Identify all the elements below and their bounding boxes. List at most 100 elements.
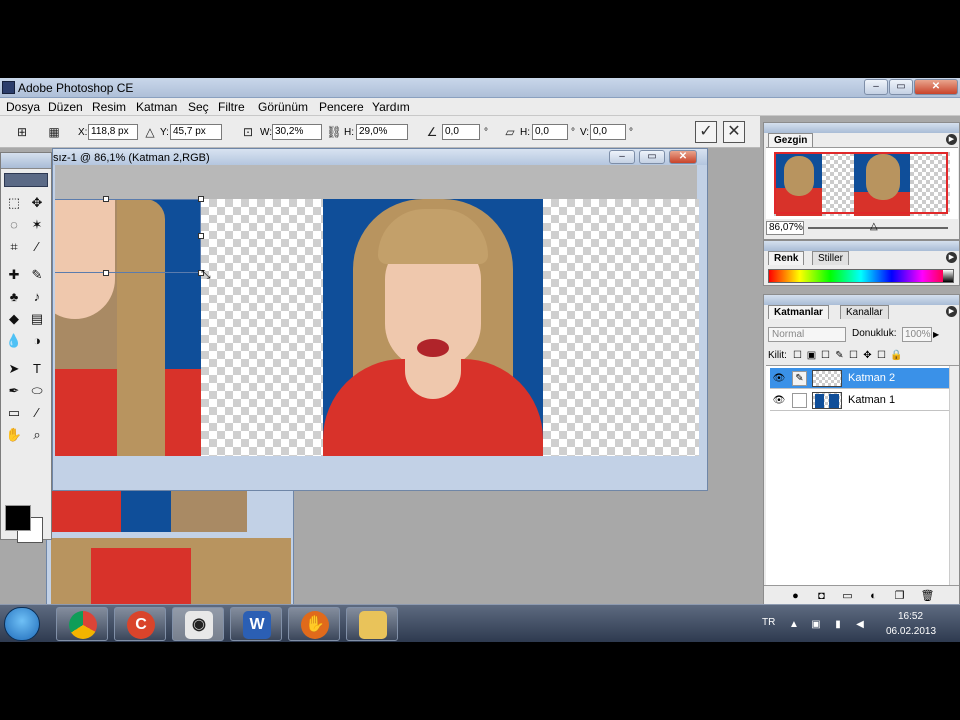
v-skew-input[interactable]: 0,0 — [590, 124, 626, 140]
menu-duzen[interactable]: Düzen — [48, 100, 83, 114]
x-position-input[interactable]: 118,8 px — [88, 124, 138, 140]
width-input[interactable]: 30,2% — [272, 124, 322, 140]
minimize-button[interactable]: – — [864, 79, 888, 95]
type-tool-icon[interactable]: T — [27, 359, 47, 379]
layers-scrollbar[interactable] — [949, 366, 959, 586]
eyedropper-icon[interactable]: ⁄ — [27, 403, 47, 423]
tab-stiller[interactable]: Stiller — [812, 251, 850, 265]
menu-pencere[interactable]: Pencere — [319, 100, 364, 114]
clock-date[interactable]: 06.02.2013 — [886, 626, 936, 637]
y-position-input[interactable]: 45,7 px — [170, 124, 222, 140]
transform-handle-top-center[interactable] — [103, 196, 109, 202]
lock-checkbox-4-icon[interactable]: ☐ — [876, 350, 887, 361]
pen-tool-icon[interactable]: ✒ — [4, 381, 24, 401]
blend-mode-select[interactable]: Normal — [768, 327, 846, 342]
move-tool-icon[interactable]: ✥ — [27, 193, 47, 213]
layer-row-katman-1[interactable]: 👁 Katman 1 — [770, 390, 950, 411]
notes-tool-icon[interactable]: ▭ — [4, 403, 24, 423]
lock-all-icon[interactable]: 🔒 — [890, 350, 902, 361]
reference-point-icon[interactable]: ▦ — [46, 124, 62, 140]
tab-renk[interactable]: Renk — [768, 251, 805, 265]
taskbar-chrome[interactable] — [56, 607, 108, 641]
visibility-eye-icon[interactable]: 👁 — [772, 394, 786, 407]
hand-tool-icon[interactable]: ✋ — [4, 425, 24, 445]
start-button[interactable] — [4, 607, 40, 641]
menu-sec[interactable]: Seç — [188, 100, 209, 114]
layer-row-katman-2[interactable]: 👁 ✎ Katman 2 — [770, 368, 950, 389]
crop-tool-icon[interactable]: ⌗ — [4, 237, 24, 257]
zoom-slider-thumb-icon[interactable]: △ — [870, 221, 878, 232]
close-button[interactable]: ✕ — [914, 79, 958, 95]
taskbar-eye-app[interactable]: ◉ — [172, 607, 224, 641]
layer-group-icon[interactable]: ▭ — [840, 589, 855, 604]
taskbar-word[interactable]: W — [230, 607, 282, 641]
gradient-tool-icon[interactable]: ▤ — [27, 309, 47, 329]
menu-filtre[interactable]: Filtre — [218, 100, 245, 114]
taskbar-hand-app[interactable]: ✋ — [288, 607, 340, 641]
document-title-bar[interactable]: sız-1 @ 86,1% (Katman 2,RGB) – ▭ ✕ — [53, 149, 707, 165]
lasso-tool-icon[interactable]: ◌ — [4, 215, 24, 235]
path-selection-icon[interactable]: ➤ — [4, 359, 24, 379]
eraser-tool-icon[interactable]: ◆ — [4, 309, 24, 329]
history-brush-icon[interactable]: ♪ — [27, 287, 47, 307]
canvas[interactable]: ⤡ — [55, 196, 699, 456]
doc-minimize-button[interactable]: – — [609, 150, 635, 164]
menu-yardim[interactable]: Yardım — [372, 100, 410, 114]
navigator-menu-icon[interactable]: ▶ — [946, 134, 957, 145]
clone-stamp-icon[interactable]: ♣ — [4, 287, 24, 307]
tab-kanallar[interactable]: Kanallar — [840, 305, 889, 319]
cancel-transform-button[interactable]: ✕ — [723, 121, 745, 143]
lock-image-icon[interactable]: ▣ — [806, 350, 817, 361]
adjustment-layer-icon[interactable]: ◐ — [866, 589, 881, 604]
opacity-arrow-icon[interactable]: ▶ — [933, 327, 943, 342]
navigator-zoom-slider[interactable] — [808, 227, 948, 229]
dodge-tool-icon[interactable]: ◑ — [27, 331, 47, 351]
lock-checkbox-3-icon[interactable]: ☐ — [848, 350, 859, 361]
navigator-zoom-input[interactable]: 86,07% — [766, 221, 804, 235]
battery-icon[interactable]: ▮ — [832, 619, 844, 631]
visibility-eye-icon[interactable]: 👁 — [772, 372, 786, 385]
volume-icon[interactable]: ◀ — [854, 619, 866, 631]
transform-handle-bottom-center[interactable] — [103, 270, 109, 276]
navigator-panel-header[interactable] — [764, 123, 959, 133]
tray-expand-icon[interactable]: ▲ — [788, 619, 800, 631]
brush-tool-icon[interactable]: ✎ — [27, 265, 47, 285]
menu-katman[interactable]: Katman — [136, 100, 177, 114]
blur-tool-icon[interactable]: 💧 — [4, 331, 24, 351]
menu-resim[interactable]: Resim — [92, 100, 126, 114]
layer-brush-icon[interactable]: ✎ — [792, 371, 807, 386]
layer-link-box[interactable] — [792, 393, 807, 408]
layer-style-icon[interactable]: ● — [788, 589, 803, 604]
slice-tool-icon[interactable]: ⁄ — [27, 237, 47, 257]
h-skew-input[interactable]: 0,0 — [532, 124, 568, 140]
doc-close-button[interactable]: ✕ — [669, 150, 697, 164]
magic-wand-icon[interactable]: ✶ — [27, 215, 47, 235]
transform-bounding-box[interactable] — [55, 199, 201, 273]
lock-position-icon[interactable]: ✥ — [862, 350, 873, 361]
foreground-color-swatch[interactable] — [5, 505, 31, 531]
transform-handle-middle-right[interactable] — [198, 233, 204, 239]
clock-time[interactable]: 16:52 — [898, 611, 923, 622]
new-layer-icon[interactable]: ❐ — [892, 589, 907, 604]
lock-brush-icon[interactable]: ✎ — [834, 350, 845, 361]
color-panel-header[interactable] — [764, 241, 959, 251]
navigator-preview[interactable] — [766, 147, 958, 219]
toolbox-header[interactable] — [1, 153, 51, 169]
marquee-tool-icon[interactable]: ⬚ — [4, 193, 24, 213]
rotation-input[interactable]: 0,0 — [442, 124, 480, 140]
layers-menu-icon[interactable]: ▶ — [946, 306, 957, 317]
shape-tool-icon[interactable]: ⬭ — [27, 381, 47, 401]
navigator-view-box[interactable] — [774, 152, 948, 214]
menu-dosya[interactable]: Dosya — [6, 100, 40, 114]
delete-layer-icon[interactable]: 🗑 — [920, 589, 935, 604]
taskbar-ccleaner[interactable]: C — [114, 607, 166, 641]
lock-transparency-icon[interactable]: ☐ — [792, 350, 803, 361]
menu-gorunum[interactable]: Görünüm — [258, 100, 308, 114]
maximize-button[interactable]: ▭ — [889, 79, 913, 95]
doc-maximize-button[interactable]: ▭ — [639, 150, 665, 164]
language-indicator[interactable]: TR — [762, 617, 775, 628]
layer-mask-icon[interactable]: ◘ — [814, 589, 829, 604]
healing-brush-icon[interactable]: ✚ — [4, 265, 24, 285]
layers-panel-header[interactable] — [764, 295, 959, 305]
color-ramp[interactable] — [768, 269, 954, 283]
